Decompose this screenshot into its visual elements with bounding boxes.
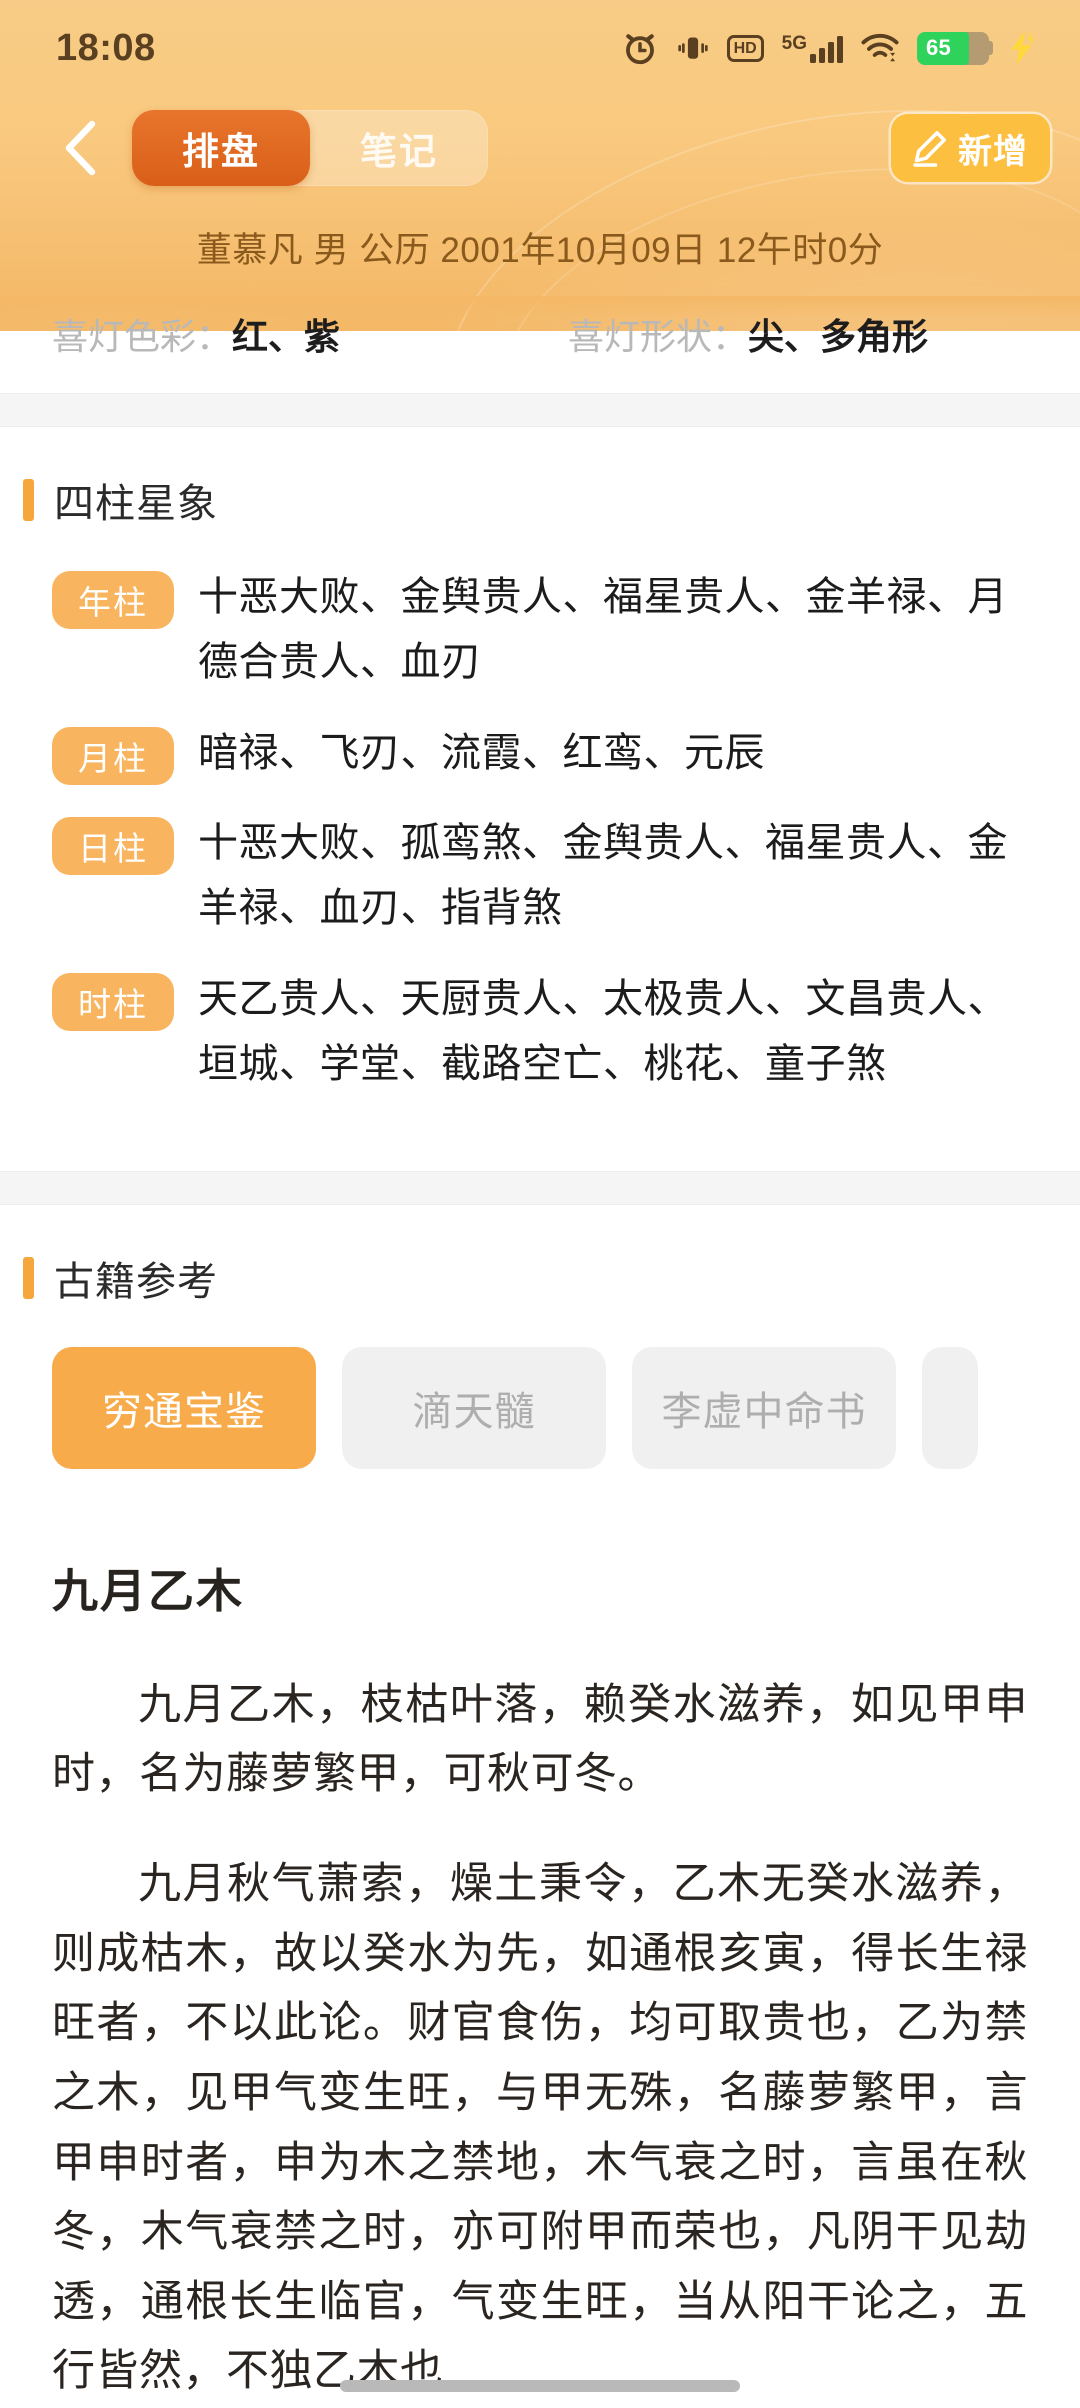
back-button[interactable] (46, 112, 118, 184)
book-tab-partial-next[interactable] (922, 1346, 978, 1469)
status-bar: 18:08 HD 5G 65 (0, 0, 1080, 96)
pillar-chip-year: 年柱 (52, 571, 174, 629)
section-header-guji: 古籍参考 (23, 1205, 1028, 1321)
section-title-guji: 古籍参考 (54, 1259, 218, 1304)
sizhu-row-list: 年柱 十恶大败、金舆贵人、福星贵人、金羊禄、月德合贵人、血刃 月柱 暗禄、飞刃、… (52, 543, 1028, 1171)
signal-5g-icon: 5G (781, 34, 843, 63)
tab-biji[interactable]: 笔记 (310, 110, 488, 186)
add-button-label: 新增 (958, 132, 1028, 171)
battery-icon: 65 (917, 31, 993, 65)
book-tab-scroller[interactable]: 穷通宝鉴 滴天髓 李虚中命书 (52, 1321, 1028, 1513)
pillar-chip-day: 日柱 (52, 817, 174, 876)
article-paragraph-1: 九月乙木，枝枯叶落，赖癸水滋养，如见甲申时，名为藤萝繁甲，可秋可冬。 (52, 1680, 1028, 1799)
section-header-sizhu: 四柱星象 (23, 427, 1028, 543)
pillar-stars-day: 十恶大败、孤鸾煞、金舆贵人、福星贵人、金羊禄、血刃、指背煞 (198, 821, 1008, 931)
pillar-chip-month: 月柱 (52, 726, 174, 785)
header-nav-row: 排盘 笔记 新增 (0, 96, 1080, 200)
hd-icon: HD (726, 34, 764, 62)
pencil-icon (913, 131, 946, 167)
section-accent-bar (23, 1256, 34, 1299)
tab-paipan[interactable]: 排盘 (132, 110, 310, 186)
chart-subject-subtitle: 董慕凡 男 公历 2001年10月09日 12午时0分 (196, 231, 884, 270)
vibrate-icon (677, 37, 708, 59)
chevron-left-icon (65, 120, 96, 176)
book-tab-ditiansui[interactable]: 滴天髓 (342, 1346, 606, 1469)
signal-bars (810, 35, 843, 63)
pillar-stars-year: 十恶大败、金舆贵人、福星贵人、金羊禄、月德合贵人、血刃 (198, 575, 1008, 684)
section-guji-cankao: 古籍参考 穷通宝鉴 滴天髓 李虚中命书 九月乙木 九月乙木，枝枯叶落，赖癸水滋养… (0, 1204, 1080, 2408)
section-gap-2 (0, 1171, 1080, 1204)
table-row: 时柱 天乙贵人、天厨贵人、太极贵人、文昌贵人、垣城、学堂、截路空亡、桃花、童子煞 (52, 967, 1028, 1097)
network-type-label: 5G (781, 32, 807, 54)
section-title-sizhu: 四柱星象 (54, 482, 218, 526)
guji-article: 九月乙木 九月乙木，枝枯叶落，赖癸水滋养，如见甲申时，名为藤萝繁甲，可秋可冬。 … (52, 1513, 1028, 2408)
header-tab-group: 排盘 笔记 (132, 110, 488, 186)
article-heading: 九月乙木 (52, 1564, 244, 1617)
status-time: 18:08 (56, 26, 156, 69)
table-row: 月柱 暗禄、飞刃、流霞、红鸾、元辰 (52, 721, 1028, 786)
section-gap-1 (0, 394, 1080, 426)
add-button[interactable]: 新增 (891, 114, 1050, 182)
section-accent-bar (23, 479, 34, 521)
charging-bolt-icon (1011, 31, 1035, 65)
status-icons: HD 5G 65 (621, 29, 1036, 67)
battery-percent-label: 65 (926, 35, 952, 60)
table-row: 年柱 十恶大败、金舆贵人、福星贵人、金羊禄、月德合贵人、血刃 (52, 565, 1028, 695)
book-tab-lixuzhongmingshu[interactable]: 李虚中命书 (632, 1346, 896, 1469)
article-paragraph-2: 九月秋气萧索，燥土秉令，乙木无癸水滋养，则成枯木，故以癸水为先，如通根亥寅，得长… (52, 1859, 1028, 2396)
pillar-stars-month: 暗禄、飞刃、流霞、红鸾、元辰 (198, 730, 765, 775)
book-tab-qiongtongbaojian[interactable]: 穷通宝鉴 (52, 1346, 316, 1469)
wifi-icon (861, 33, 899, 62)
app-header: 18:08 HD 5G 65 排盘 笔记 新增 董慕凡 男 公历 2001年10… (0, 0, 1080, 331)
table-row: 日柱 十恶大败、孤鸾煞、金舆贵人、福星贵人、金羊禄、血刃、指背煞 (52, 811, 1028, 941)
section-sizhu-xingxiang: 四柱星象 年柱 十恶大败、金舆贵人、福星贵人、金羊禄、月德合贵人、血刃 月柱 暗… (0, 427, 1080, 1171)
alarm-clock-icon (625, 34, 654, 65)
main-scroll-area[interactable]: 四柱星象 年柱 十恶大败、金舆贵人、福星贵人、金羊禄、月德合贵人、血刃 月柱 暗… (0, 331, 1080, 2408)
home-indicator[interactable] (340, 2380, 740, 2392)
pillar-chip-hour: 时柱 (52, 972, 174, 1031)
pillar-stars-hour: 天乙贵人、天厨贵人、太极贵人、文昌贵人、垣城、学堂、截路空亡、桃花、童子煞 (198, 976, 1008, 1086)
